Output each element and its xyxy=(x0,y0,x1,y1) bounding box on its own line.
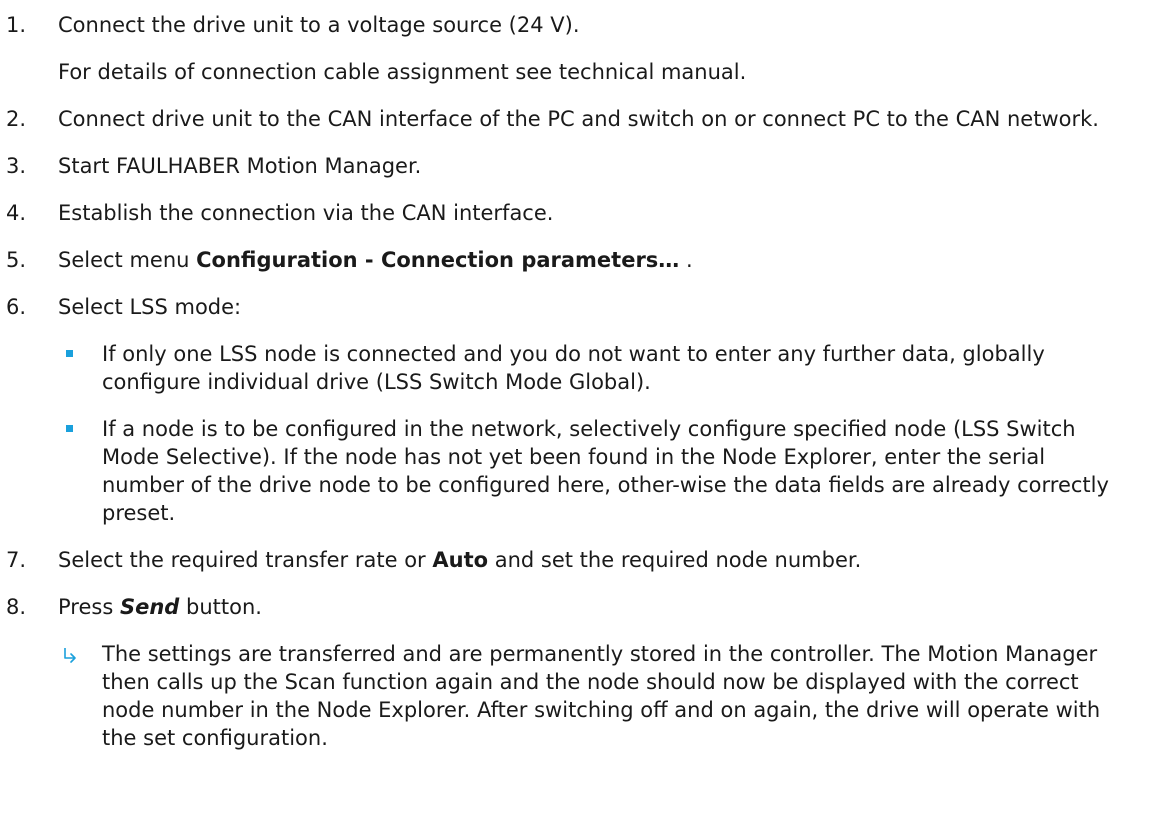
step-number: 7. xyxy=(6,548,27,572)
step-8: 8. Press Send button. The settings are t… xyxy=(0,593,1128,752)
bullet-text: If a node is to be configured in the net… xyxy=(102,417,1109,525)
auto-option-label: Auto xyxy=(432,548,489,572)
step-text-suffix: . xyxy=(679,248,693,272)
step-number: 5. xyxy=(6,248,27,272)
square-bullet-icon xyxy=(66,350,73,357)
step-number: 3. xyxy=(6,154,27,178)
step-number: 6. xyxy=(6,295,27,319)
step-text: Select menu Configuration - Connection p… xyxy=(58,246,1128,274)
step-text: Connect drive unit to the CAN interface … xyxy=(58,107,1099,131)
step-text: Start FAULHABER Motion Manager. xyxy=(58,154,422,178)
send-button-label: Send xyxy=(119,595,180,619)
bullet-list: If only one LSS node is connected and yo… xyxy=(58,340,1128,527)
step-4: 4. Establish the connection via the CAN … xyxy=(0,199,1128,227)
bullet-text: If only one LSS node is connected and yo… xyxy=(102,342,1045,394)
step-5: 5. Select menu Configuration - Connectio… xyxy=(0,246,1128,274)
step-1: 1. Connect the drive unit to a voltage s… xyxy=(0,11,1128,86)
step-number: 4. xyxy=(6,201,27,225)
square-bullet-icon xyxy=(66,425,73,432)
instruction-document: 1. Connect the drive unit to a voltage s… xyxy=(0,0,1152,771)
step-3: 3. Start FAULHABER Motion Manager. xyxy=(0,152,1128,180)
result-note: The settings are transferred and are per… xyxy=(58,640,1128,752)
step-7: 7. Select the required transfer rate or … xyxy=(0,546,1128,574)
step-2: 2. Connect drive unit to the CAN interfa… xyxy=(0,105,1128,133)
step-text-prefix: Select menu xyxy=(58,248,197,272)
step-note: For details of connection cable assignme… xyxy=(58,60,747,84)
step-6: 6. Select LSS mode: If only one LSS node… xyxy=(0,293,1128,527)
result-arrow-icon xyxy=(60,645,80,665)
step-text: Select the required transfer rate or Aut… xyxy=(58,546,1128,574)
step-text: Press Send button. xyxy=(58,593,1128,621)
step-number: 1. xyxy=(6,13,27,37)
step-text-suffix: button. xyxy=(179,595,262,619)
bullet-item: If a node is to be configured in the net… xyxy=(58,415,1128,527)
step-number: 2. xyxy=(6,107,27,131)
step-text: Establish the connection via the CAN int… xyxy=(58,201,554,225)
step-text: Connect the drive unit to a voltage sour… xyxy=(58,13,580,37)
step-text: Select LSS mode: xyxy=(58,295,242,319)
step-text-prefix: Select the required transfer rate or xyxy=(58,548,433,572)
menu-path-label: Configuration - Connection parameters… xyxy=(196,248,680,272)
step-text-suffix: and set the required node number. xyxy=(488,548,862,572)
bullet-item: If only one LSS node is connected and yo… xyxy=(58,340,1128,396)
step-text-prefix: Press xyxy=(58,595,120,619)
step-number: 8. xyxy=(6,595,27,619)
result-text: The settings are transferred and are per… xyxy=(102,642,1101,750)
